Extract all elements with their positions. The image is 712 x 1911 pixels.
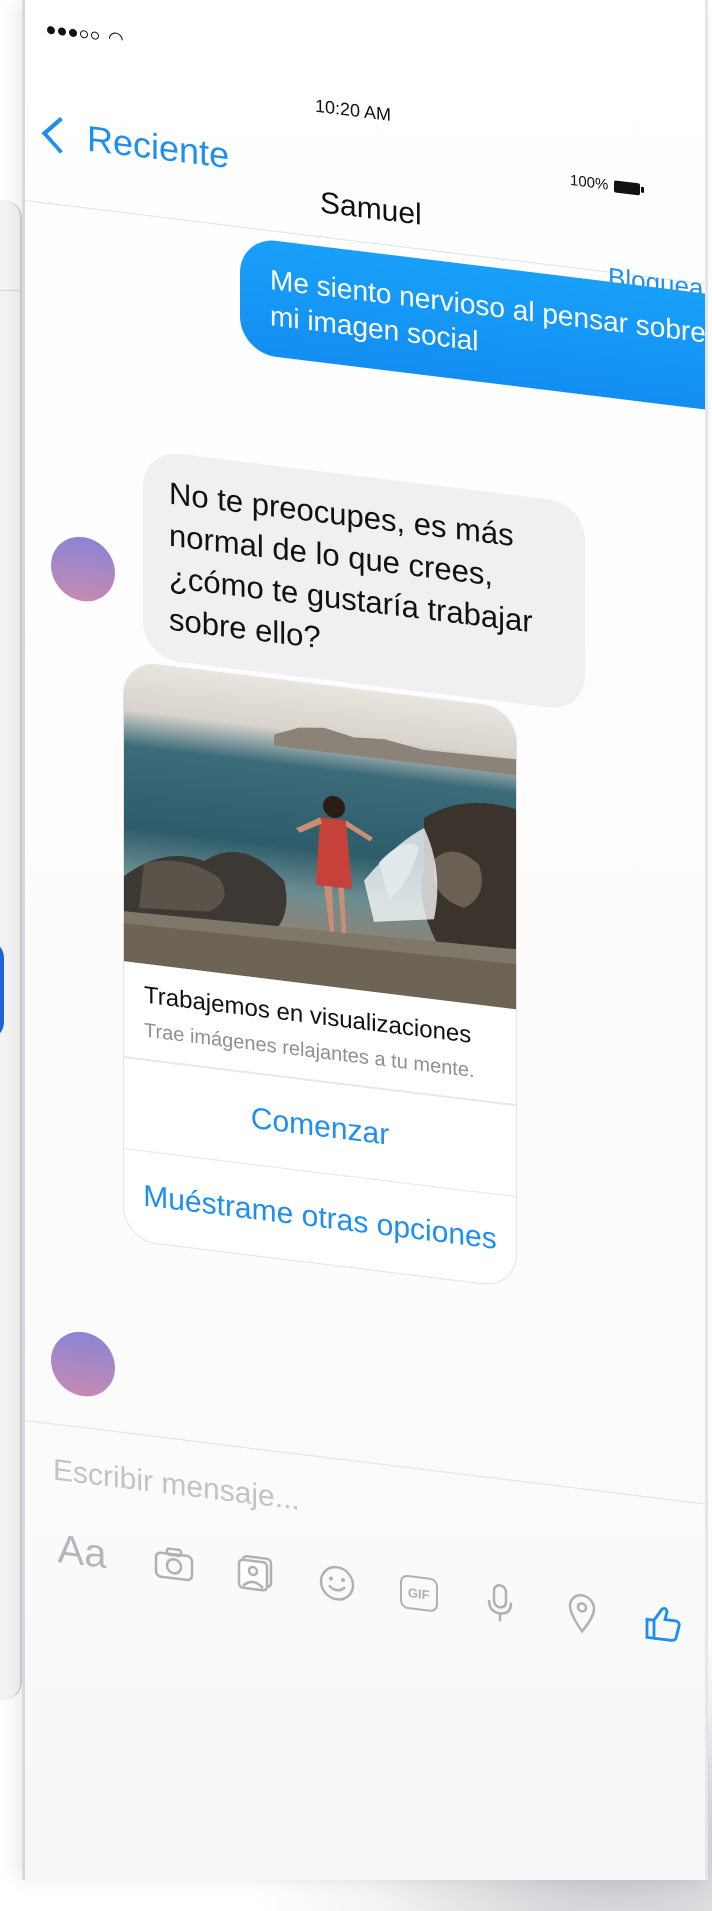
emoji-icon[interactable] (313, 1556, 361, 1610)
microphone-icon[interactable] (476, 1576, 524, 1630)
background-phone (0, 200, 22, 1700)
beach-photo (124, 661, 516, 1010)
aa-icon[interactable]: Aa (47, 1524, 117, 1581)
background-phone-bubble (0, 940, 4, 1040)
messenger-conversation: ◠ 10:20 AM 100% Reciente Samuel Bloquear… (25, 0, 705, 1880)
avatar (51, 533, 115, 606)
beach-photo-illustration (124, 727, 516, 1010)
message-input[interactable] (51, 1449, 475, 1544)
photo-icon[interactable] (232, 1546, 280, 1600)
location-icon[interactable] (558, 1586, 606, 1640)
camera-icon[interactable] (150, 1536, 198, 1590)
message-composer: Aa (25, 1420, 705, 1705)
phone-screen: ◠ 10:20 AM 100% Reciente Samuel Bloquear… (22, 0, 708, 1880)
back-button[interactable]: Reciente (41, 113, 230, 177)
wifi-icon: ◠ (108, 27, 124, 50)
suggestion-card: Trabajemos en visualizaciones Trae imáge… (123, 660, 517, 1289)
signal-dots-icon: ◠ (47, 25, 124, 50)
back-label: Reciente (87, 117, 230, 177)
thumbs-up-icon[interactable] (639, 1596, 687, 1650)
conversation-title: Samuel (320, 186, 422, 232)
gif-label: GIF (399, 1574, 438, 1613)
background-phone-header (0, 230, 20, 291)
gif-icon[interactable]: GIF (395, 1566, 443, 1620)
screenshot-scene: ◠ 10:20 AM 100% Reciente Samuel Bloquear… (0, 0, 712, 1911)
avatar (51, 1328, 115, 1401)
chevron-left-icon (41, 116, 79, 154)
composer-toolbar: Aa GIF (47, 1524, 687, 1651)
